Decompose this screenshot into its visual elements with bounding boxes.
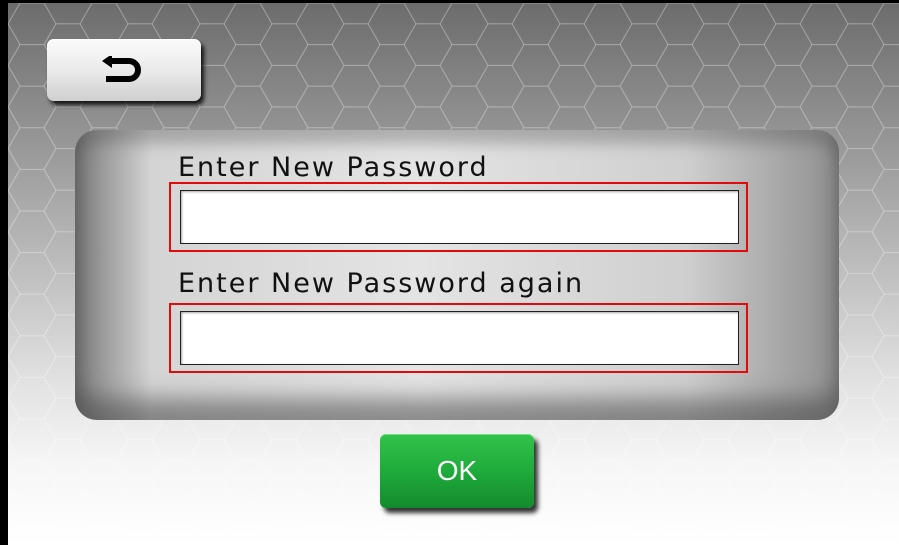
confirm-password-field-frame [169,303,748,373]
new-password-input[interactable] [180,190,739,244]
ok-button[interactable]: OK [380,434,534,508]
password-screen: Enter New Password Enter New Password ag… [8,3,899,545]
new-password-field-frame [169,182,748,252]
return-arrow-icon [102,56,141,82]
confirm-password-input[interactable] [180,311,739,365]
new-password-label: Enter New Password [178,152,489,183]
back-button[interactable] [47,39,201,101]
confirm-password-label: Enter New Password again [178,268,585,299]
